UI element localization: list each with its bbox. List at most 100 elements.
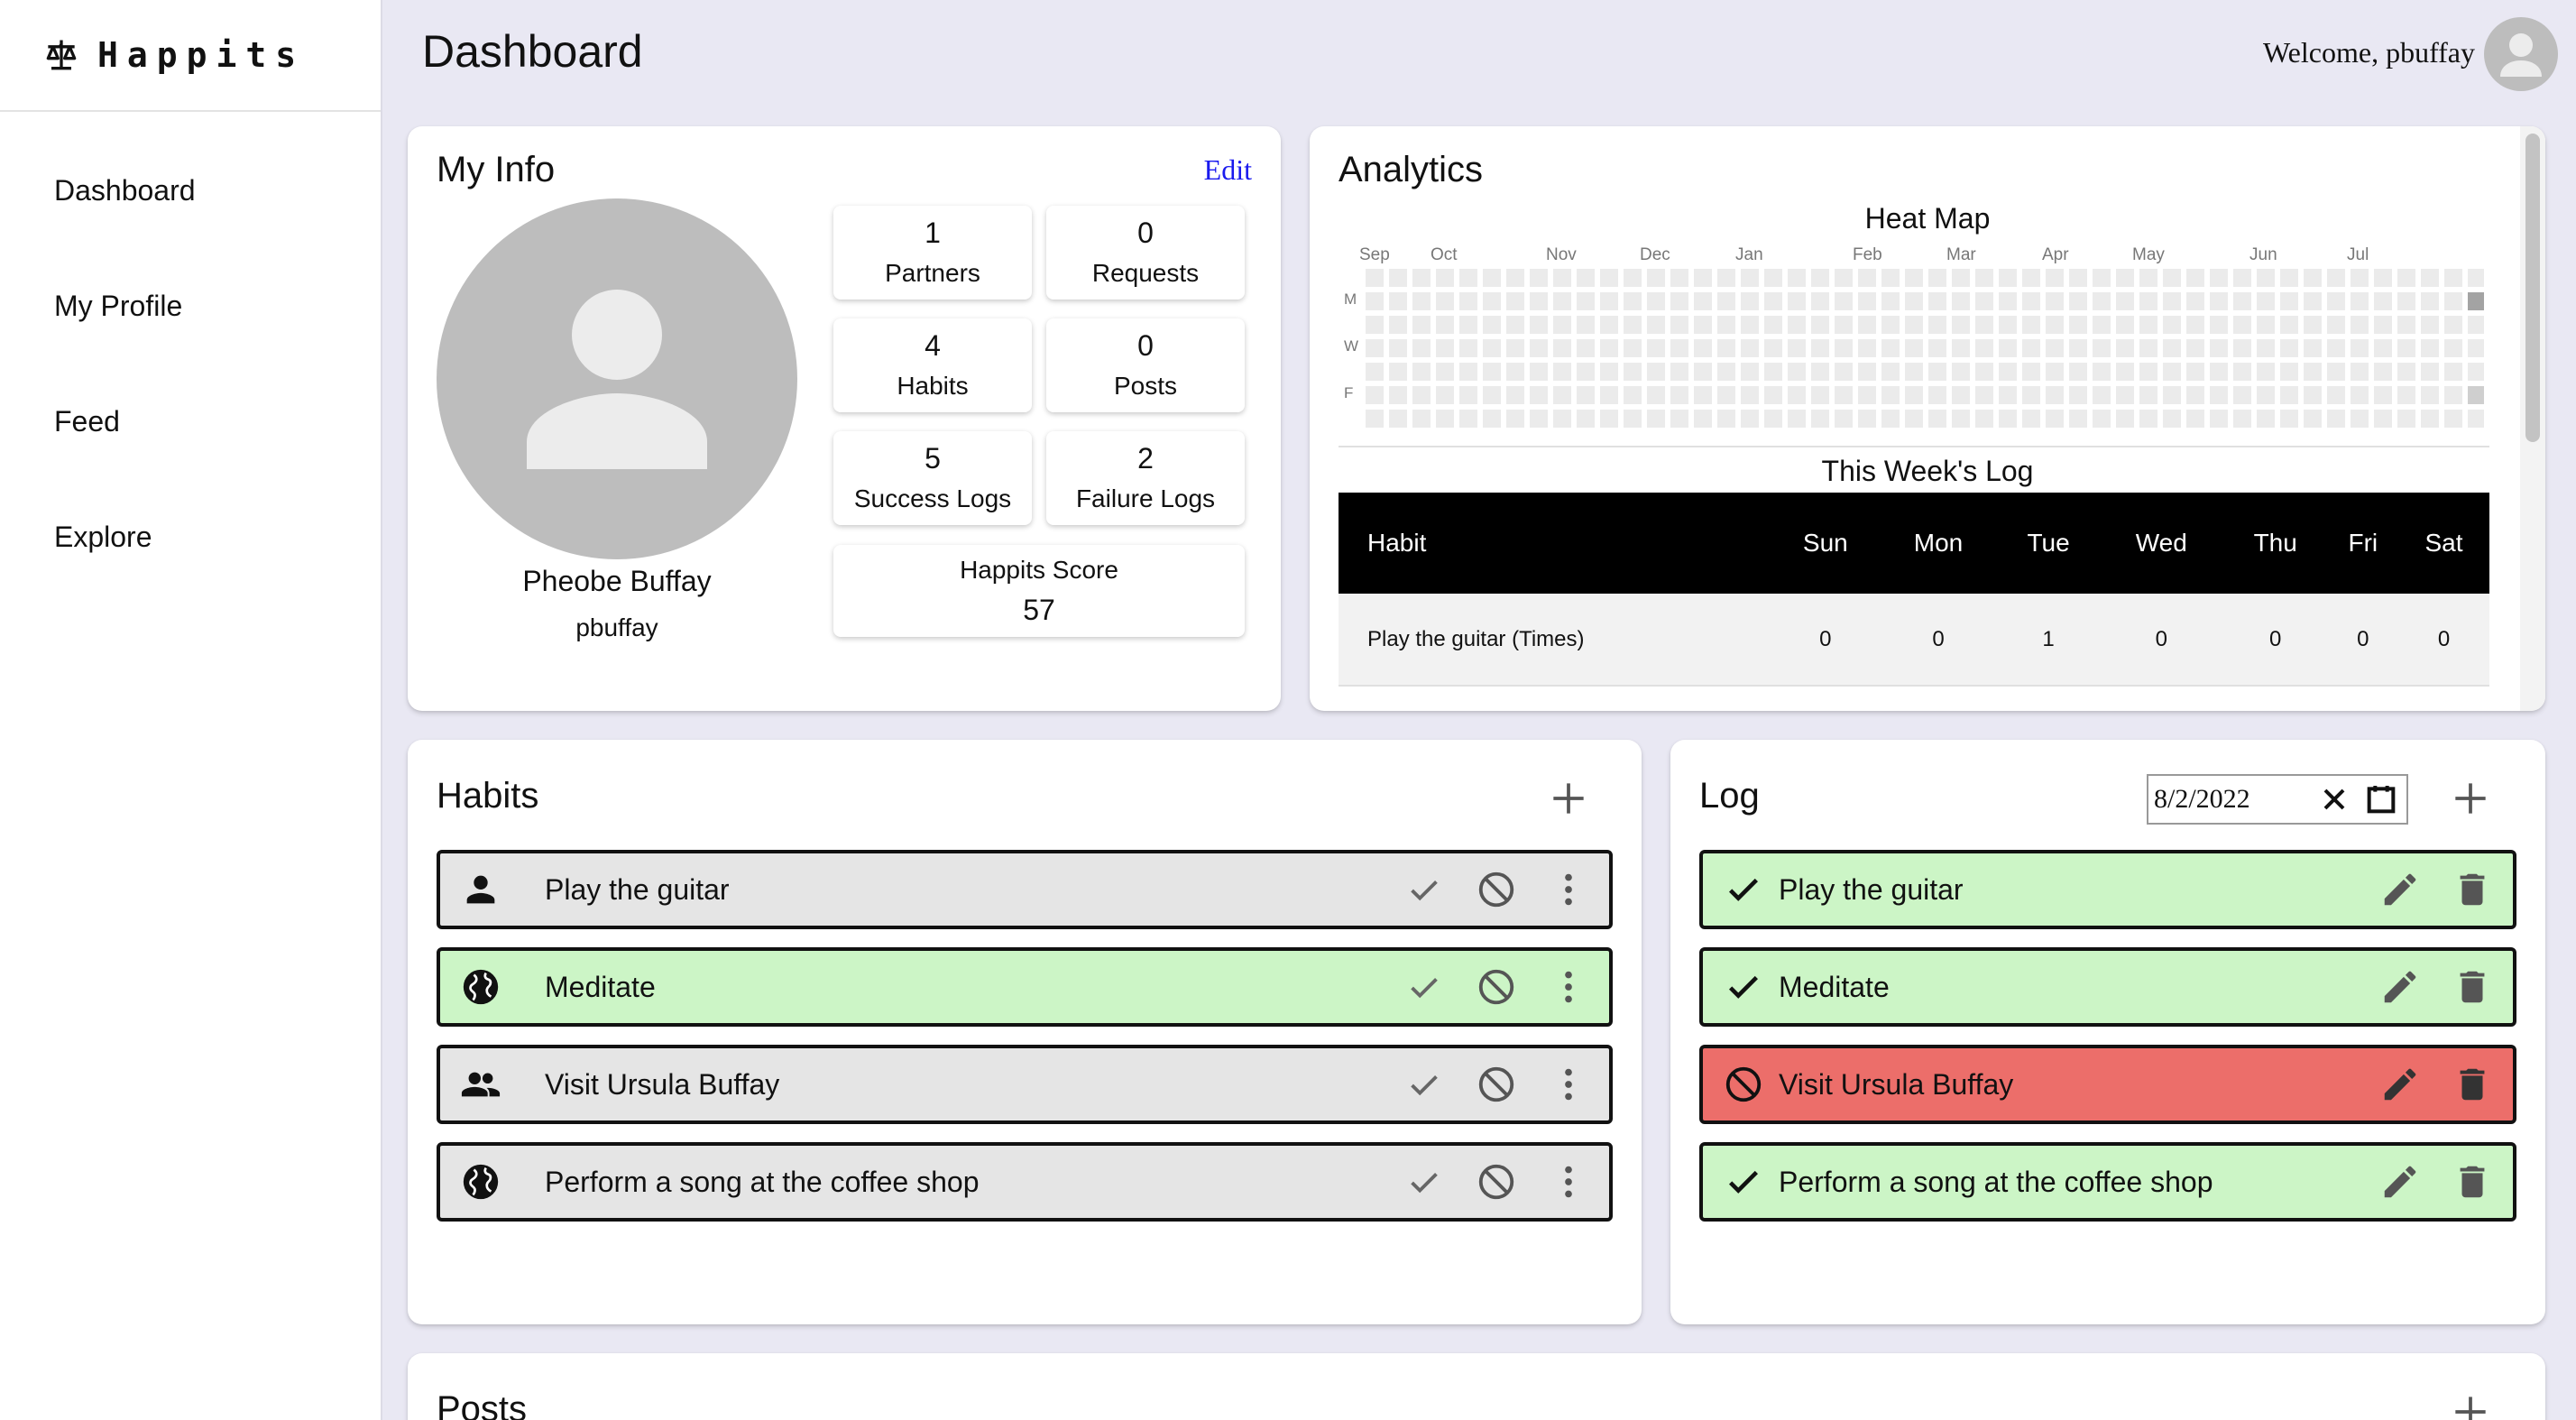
heatmap-cell (1999, 386, 2017, 404)
heatmap-cell (1811, 316, 1829, 334)
block-icon[interactable] (1476, 869, 1517, 910)
heatmap-cell (2093, 363, 2111, 381)
column-header: Habit (1339, 493, 1771, 594)
heatmap-cell (2397, 410, 2415, 428)
log-row[interactable]: Play the guitar (1699, 850, 2516, 929)
heatmap-day: W (1344, 337, 1359, 355)
add-habit-icon[interactable] (1546, 776, 1591, 821)
heatmap-cell (2374, 316, 2392, 334)
scrollbar-thumb[interactable] (2525, 134, 2540, 442)
check-icon[interactable] (1403, 1161, 1445, 1203)
heatmap-cell (1905, 410, 1923, 428)
check-icon (1728, 975, 1759, 999)
habit-row[interactable]: Visit Ursula Buffay (437, 1045, 1613, 1124)
heatmap-cell (2304, 386, 2322, 404)
more-vert-icon[interactable] (1548, 1064, 1589, 1105)
block-icon[interactable] (1476, 1161, 1517, 1203)
log-row[interactable]: Perform a song at the coffee shop (1699, 1142, 2516, 1222)
heatmap-cell (1717, 410, 1735, 428)
heatmap-cell (1694, 339, 1712, 357)
stat-failure-logs[interactable]: 2 Failure Logs (1046, 431, 1245, 525)
stat-requests[interactable]: 0 Requests (1046, 206, 1245, 300)
heatmap-cell (2186, 363, 2204, 381)
log-row[interactable]: Visit Ursula Buffay (1699, 1045, 2516, 1124)
heatmap-cell (2374, 292, 2392, 310)
nav-item-explore[interactable]: Explore (0, 502, 381, 617)
nav-item-my-profile[interactable]: My Profile (0, 271, 381, 386)
more-vert-icon[interactable] (1548, 966, 1589, 1008)
edit-icon[interactable] (2379, 1064, 2421, 1105)
heatmap-cell (1788, 269, 1806, 287)
habit-row[interactable]: Play the guitar (437, 850, 1613, 929)
happits-score: Happits Score 57 (833, 545, 1245, 637)
heatmap-day: F (1344, 384, 1354, 401)
calendar-icon[interactable] (2363, 781, 2399, 817)
nav-item-feed[interactable]: Feed (0, 386, 381, 502)
habit-row[interactable]: Perform a song at the coffee shop (437, 1142, 1613, 1222)
heatmap-cell (1975, 316, 1993, 334)
heatmap-cell (1389, 292, 1407, 310)
edit-icon[interactable] (2379, 1161, 2421, 1203)
heatmap-cell (2093, 410, 2111, 428)
stat-value: 1 (925, 217, 941, 249)
heatmap-cell (2139, 269, 2157, 287)
heatmap-cell (1624, 269, 1642, 287)
check-icon[interactable] (1403, 966, 1445, 1008)
check-icon[interactable] (1403, 869, 1445, 910)
heatmap-cell (1577, 339, 1595, 357)
log-date-field[interactable]: 8/2/2022 (2147, 774, 2408, 825)
people-icon (461, 1072, 501, 1097)
more-vert-icon[interactable] (1548, 1161, 1589, 1203)
heatmap-cell (2163, 363, 2181, 381)
stat-success-logs[interactable]: 5 Success Logs (833, 431, 1032, 525)
heatmap-cell (1577, 316, 1595, 334)
heatmap-cell (1506, 292, 1524, 310)
clear-icon[interactable] (2316, 781, 2352, 817)
heatmap-cell (2186, 269, 2204, 287)
heatmap-cell (1436, 339, 1454, 357)
scrollbar[interactable] (2520, 126, 2545, 711)
heatmap-cell (1905, 292, 1923, 310)
brand[interactable]: Happits (0, 0, 381, 112)
heatmap-cell (1717, 339, 1735, 357)
heatmap-cell (2116, 386, 2134, 404)
heatmap-cell (1835, 386, 1853, 404)
add-log-icon[interactable] (2448, 776, 2493, 821)
heatmap-cell (1952, 363, 1970, 381)
user-avatar[interactable] (2484, 17, 2558, 91)
heatmap-cell (2468, 292, 2484, 310)
delete-icon[interactable] (2452, 869, 2493, 910)
stat-habits[interactable]: 4 Habits (833, 318, 1032, 412)
heatmap-cell (1694, 269, 1712, 287)
heatmap-cell (1881, 269, 1900, 287)
delete-icon[interactable] (2452, 1161, 2493, 1203)
heatmap-cell (1764, 269, 1782, 287)
edit-icon[interactable] (2379, 869, 2421, 910)
delete-icon[interactable] (2452, 1064, 2493, 1105)
heatmap-cell (2046, 410, 2064, 428)
heatmap-cell (1881, 339, 1900, 357)
delete-icon[interactable] (2452, 966, 2493, 1008)
stat-partners[interactable]: 1 Partners (833, 206, 1032, 300)
block-icon[interactable] (1476, 1064, 1517, 1105)
heatmap-cell (2139, 410, 2157, 428)
log-row[interactable]: Meditate (1699, 947, 2516, 1027)
block-icon[interactable] (1476, 966, 1517, 1008)
check-icon (1728, 878, 1759, 901)
welcome-text: Welcome, pbuffay (2263, 36, 2475, 69)
heatmap-cell (2374, 363, 2392, 381)
edit-icon[interactable] (2379, 966, 2421, 1008)
check-icon[interactable] (1403, 1064, 1445, 1105)
habit-row[interactable]: Meditate (437, 947, 1613, 1027)
more-vert-icon[interactable] (1548, 869, 1589, 910)
stat-posts[interactable]: 0 Posts (1046, 318, 1245, 412)
edit-profile-link[interactable]: Edit (1204, 153, 1252, 187)
heatmap-cell (2210, 316, 2228, 334)
heatmap-cell (1366, 386, 1384, 404)
add-post-icon[interactable] (2448, 1389, 2493, 1420)
week-log-table: Habit Sun Mon Tue Wed Thu Fri Sat Play t… (1339, 493, 2489, 687)
nav-item-dashboard[interactable]: Dashboard (0, 155, 381, 271)
heatmap-cell (1483, 292, 1501, 310)
heatmap-cell (2116, 410, 2134, 428)
heatmap-cell (2374, 269, 2392, 287)
